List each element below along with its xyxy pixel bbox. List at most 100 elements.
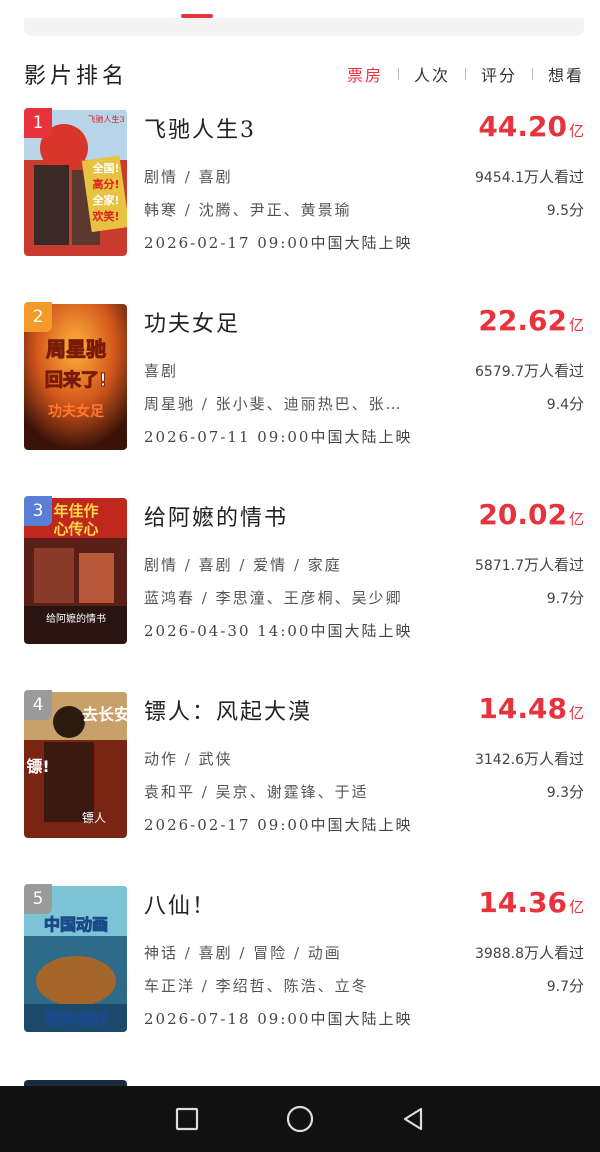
viewer-count-value: 3142.6 — [474, 752, 524, 768]
tab-divider — [531, 68, 533, 80]
tab-box-office[interactable]: 票房 — [347, 62, 383, 86]
poster-text: 去长安 — [82, 705, 127, 724]
movie-genre: 剧情 / 喜剧 — [144, 168, 233, 186]
score-value: 9.7 — [546, 591, 569, 607]
box-office-value: 14.36 — [478, 886, 567, 919]
score-suffix: 分 — [568, 201, 584, 219]
movie-cast: 蓝鸿春 / 李思潼、王彦桐、吴少卿 — [144, 589, 403, 607]
viewer-count-suffix: 万人看过 — [523, 556, 584, 574]
poster-text: 回来了! — [45, 370, 107, 391]
poster-text: 年佳作 — [53, 502, 98, 520]
movie-title[interactable]: 飞驰人生3 — [144, 112, 256, 144]
viewer-count-suffix: 万人看过 — [523, 362, 584, 380]
movie-list: 飞驰人生3 全国! 高分! 全家! 欢笑! 1 飞驰人生3 44.20 亿 剧情 … — [24, 108, 584, 1098]
movie-item[interactable]: 周星驰 回来了! 功夫女足 2 功夫女足 22.62 亿 喜剧 6579.7万人看过… — [24, 302, 584, 496]
rank-badge: 2 — [24, 302, 52, 332]
viewer-count-suffix: 万人看过 — [523, 168, 584, 186]
movie-cast: 韩寒 / 沈腾、尹正、黄景瑜 — [144, 201, 352, 219]
box-office: 22.62 亿 — [478, 304, 584, 337]
movie-score: 9.4分 — [547, 393, 584, 414]
score-suffix: 分 — [568, 395, 584, 413]
viewer-count: 3988.8万人看过 — [475, 942, 584, 963]
ranking-header: 影片排名 票房 人次 评分 想看 — [24, 58, 584, 90]
tab-want-to-see[interactable]: 想看 — [548, 62, 584, 86]
box-office-unit: 亿 — [568, 122, 584, 140]
movie-item[interactable]: 年佳作 心传心 给阿嬷的情书 3 给阿嬷的情书 20.02 亿 剧情 / 喜剧 /… — [24, 496, 584, 690]
release-date: 2026-02-17 09:00中国大陆上映 — [144, 816, 413, 834]
poster-text: 全国! — [91, 161, 119, 175]
release-date: 2026-02-17 09:00中国大陆上映 — [144, 234, 413, 252]
system-nav-bar — [0, 1086, 600, 1152]
movie-genre: 动作 / 武侠 — [144, 750, 233, 768]
square-icon[interactable] — [167, 1099, 207, 1139]
release-date: 2026-07-18 09:00中国大陆上映 — [144, 1010, 413, 1028]
triangle-back-icon[interactable] — [393, 1099, 433, 1139]
movie-score: 9.7分 — [547, 975, 584, 996]
box-office-value: 44.20 — [478, 110, 567, 143]
movie-title[interactable]: 镖人：风起大漠 — [144, 694, 312, 726]
poster-text: 越来越好 — [43, 1009, 108, 1028]
movie-score: 9.5分 — [547, 199, 584, 220]
score-suffix: 分 — [568, 783, 584, 801]
viewer-count: 5871.7万人看过 — [475, 554, 584, 575]
movie-genre: 喜剧 — [144, 362, 179, 380]
poster-text: 高分! — [92, 177, 119, 191]
score-value: 9.7 — [546, 979, 569, 995]
tab-divider — [397, 68, 399, 80]
tab-admissions[interactable]: 人次 — [414, 62, 450, 86]
poster-text: 功夫女足 — [48, 403, 105, 420]
circle-icon[interactable] — [280, 1099, 320, 1139]
poster-text: 周星驰 — [46, 337, 106, 361]
movie-item[interactable]: 飞驰人生3 全国! 高分! 全家! 欢笑! 1 飞驰人生3 44.20 亿 剧情 … — [24, 108, 584, 302]
viewer-count-value: 5871.7 — [474, 558, 524, 574]
movie-score: 9.3分 — [547, 781, 584, 802]
viewer-count-suffix: 万人看过 — [523, 944, 584, 962]
movie-score: 9.7分 — [547, 587, 584, 608]
box-office-unit: 亿 — [568, 316, 584, 334]
score-suffix: 分 — [568, 977, 584, 995]
movie-genre: 剧情 / 喜剧 / 爱情 / 家庭 — [144, 556, 342, 574]
box-office: 20.02 亿 — [478, 498, 584, 531]
box-office: 14.36 亿 — [478, 886, 584, 919]
box-office-value: 20.02 — [478, 498, 567, 531]
box-office-value: 22.62 — [478, 304, 567, 337]
movie-genre: 神话 / 喜剧 / 冒险 / 动画 — [144, 944, 342, 962]
movie-item[interactable]: 中国动画 越来越好 5 八仙！ 14.36 亿 神话 / 喜剧 / 冒险 / 动画… — [24, 884, 584, 1078]
viewer-count-value: 9454.1 — [474, 170, 524, 186]
rank-badge: 1 — [24, 108, 52, 138]
poster-text: 心传心 — [53, 520, 98, 538]
viewer-count: 9454.1万人看过 — [475, 166, 584, 187]
tab-rating[interactable]: 评分 — [481, 62, 517, 86]
box-office-value: 14.48 — [478, 692, 567, 725]
movie-cast: 袁和平 / 吴京、谢霆锋、于适 — [144, 783, 369, 801]
tab-divider — [464, 68, 466, 80]
release-date: 2026-07-11 09:00中国大陆上映 — [144, 428, 413, 446]
poster-text: 飞驰人生3 — [87, 114, 124, 124]
box-office-unit: 亿 — [568, 898, 584, 916]
box-office: 44.20 亿 — [478, 110, 584, 143]
poster-text: 欢笑! — [91, 209, 119, 223]
rank-badge: 4 — [24, 690, 52, 720]
poster-text: 全家! — [91, 193, 119, 207]
viewer-count-suffix: 万人看过 — [523, 750, 584, 768]
score-suffix: 分 — [568, 589, 584, 607]
viewer-count-value: 6579.7 — [474, 364, 524, 380]
poster-text: 中国动画 — [44, 915, 108, 934]
rank-badge: 3 — [24, 496, 52, 526]
movie-item[interactable]: 去长安 镖! 镖人 4 镖人：风起大漠 14.48 亿 动作 / 武侠 3142.6… — [24, 690, 584, 884]
score-value: 9.4 — [546, 397, 569, 413]
movie-cast: 车正洋 / 李绍哲、陈浩、立冬 — [144, 977, 369, 995]
box-office-unit: 亿 — [568, 704, 584, 722]
viewer-count: 6579.7万人看过 — [475, 360, 584, 381]
rank-badge: 5 — [24, 884, 52, 914]
box-office: 14.48 亿 — [478, 692, 584, 725]
box-office-unit: 亿 — [568, 510, 584, 528]
score-value: 9.5 — [546, 203, 569, 219]
poster-text: 镖! — [26, 757, 49, 776]
release-date: 2026-04-30 14:00中国大陆上映 — [144, 622, 413, 640]
poster-text: 给阿嬷的情书 — [46, 612, 106, 625]
top-panel-edge — [24, 18, 584, 36]
movie-title[interactable]: 给阿嬷的情书 — [144, 500, 288, 532]
movie-title[interactable]: 八仙！ — [144, 888, 216, 920]
movie-title[interactable]: 功夫女足 — [144, 306, 240, 338]
